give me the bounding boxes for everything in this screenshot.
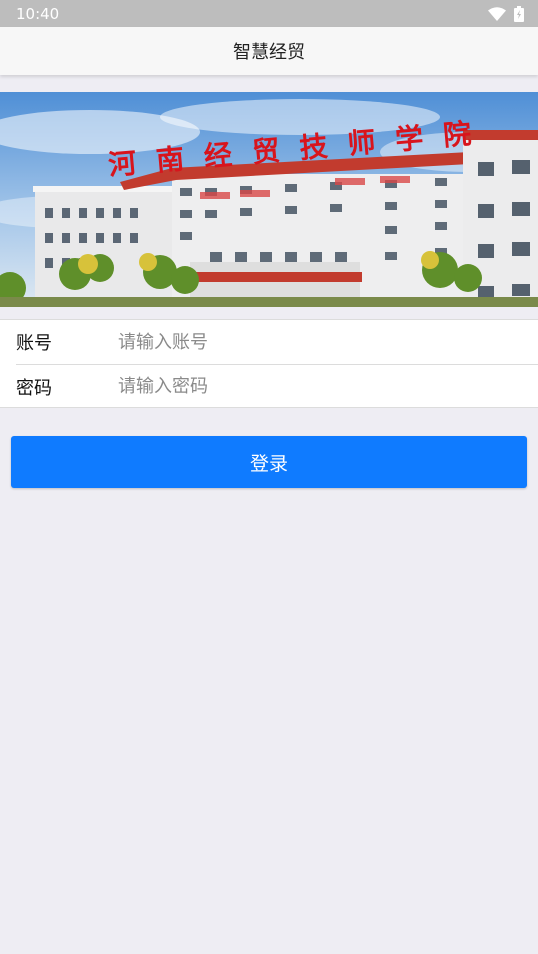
campus-building-photo: 河南经贸技师学院 [0,92,538,307]
login-button[interactable]: 登录 [11,436,527,488]
password-input[interactable] [118,376,538,397]
account-row: 账号 [16,320,538,364]
login-form: 账号 密码 [0,319,538,408]
status-time: 10:40 [16,4,60,23]
app-bar: 智慧经贸 [0,27,538,75]
password-row: 密码 [16,364,538,408]
app-title: 智慧经贸 [233,42,305,63]
status-bar: 10:40 [0,0,538,27]
account-label: 账号 [16,333,52,354]
account-input[interactable] [118,331,538,353]
wifi-icon [488,6,506,21]
status-icons [488,5,524,22]
banner-image: 河南经贸技师学院 [0,92,538,307]
password-label: 密码 [16,377,52,399]
battery-icon [514,5,524,22]
